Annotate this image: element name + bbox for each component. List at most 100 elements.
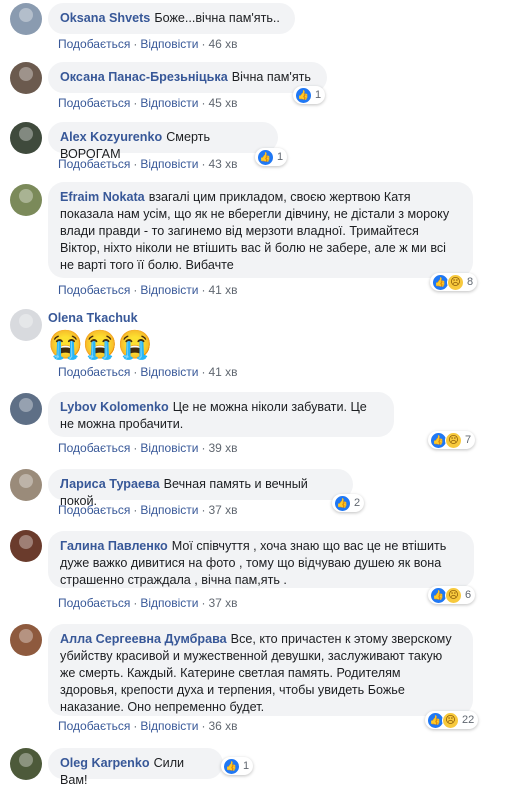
like-link[interactable]: Подобається bbox=[58, 365, 130, 379]
reaction-summary[interactable]: 👍 ☹ 6 bbox=[428, 586, 476, 604]
like-link[interactable]: Подобається bbox=[58, 96, 130, 110]
separator: · bbox=[133, 596, 138, 610]
comment-bubble: Oleg Karpenko Сили Вам! bbox=[48, 748, 223, 787]
reply-link[interactable]: Відповісти bbox=[140, 37, 198, 51]
author-name[interactable]: Oksana Shvets bbox=[60, 11, 150, 25]
separator: · bbox=[133, 283, 138, 297]
reaction-count: 1 bbox=[277, 151, 284, 163]
reaction-summary[interactable]: 👍 1 bbox=[255, 148, 288, 166]
author-name[interactable]: Olena Tkachuk bbox=[48, 311, 138, 325]
reply-link[interactable]: Відповісти bbox=[140, 283, 198, 297]
separator: · bbox=[133, 441, 138, 455]
comment-actions: Подобається · Відповісти · 37 хв bbox=[58, 596, 238, 610]
author-name[interactable]: Alex Kozyurenko bbox=[60, 130, 162, 144]
separator: · bbox=[201, 441, 206, 455]
timestamp[interactable]: 37 хв bbox=[208, 596, 237, 610]
reply-link[interactable]: Відповісти bbox=[140, 503, 198, 517]
comment-bubble: Галина Павленко Мої співчуття , хоча знаю… bbox=[48, 531, 474, 588]
avatar[interactable] bbox=[10, 624, 42, 656]
separator: · bbox=[201, 596, 206, 610]
separator: · bbox=[201, 37, 206, 51]
comment-actions: Подобається · Відповісти · 37 хв bbox=[58, 503, 238, 517]
like-icon: 👍 bbox=[223, 757, 240, 775]
avatar[interactable] bbox=[10, 748, 42, 780]
separator: · bbox=[133, 719, 138, 733]
avatar[interactable] bbox=[10, 309, 42, 341]
reaction-count: 22 bbox=[462, 714, 475, 726]
reply-link[interactable]: Відповісти bbox=[140, 596, 198, 610]
separator: · bbox=[201, 503, 206, 517]
reply-link[interactable]: Відповісти bbox=[140, 719, 198, 733]
separator: · bbox=[201, 365, 206, 379]
comment-text: Вічна пам'ять bbox=[231, 70, 311, 84]
like-link[interactable]: Подобається bbox=[58, 441, 130, 455]
comment-actions: Подобається · Відповісти · 46 хв bbox=[58, 37, 238, 51]
avatar[interactable] bbox=[10, 3, 42, 35]
reply-link[interactable]: Відповісти bbox=[140, 96, 198, 110]
avatar[interactable] bbox=[10, 122, 42, 154]
reply-link[interactable]: Відповісти bbox=[140, 441, 198, 455]
timestamp[interactable]: 39 хв bbox=[208, 441, 237, 455]
reaction-count: 1 bbox=[315, 89, 322, 101]
comment-actions: Подобається · Відповісти · 43 хв bbox=[58, 157, 238, 171]
comment-bubble: Лариса Тураева Вечная память и вечный пок… bbox=[48, 469, 353, 508]
author-name[interactable]: Галина Павленко bbox=[60, 539, 168, 553]
comment-actions: Подобається · Відповісти · 39 хв bbox=[58, 441, 238, 455]
reaction-summary[interactable]: 👍 1 bbox=[221, 757, 254, 775]
like-icon: 👍 bbox=[295, 86, 312, 104]
like-link[interactable]: Подобається bbox=[58, 503, 130, 517]
avatar[interactable] bbox=[10, 62, 42, 94]
author-name[interactable]: Алла Сергеевна Думбрава bbox=[60, 632, 227, 646]
separator: · bbox=[201, 719, 206, 733]
like-link[interactable]: Подобається bbox=[58, 719, 130, 733]
timestamp[interactable]: 41 хв bbox=[208, 283, 237, 297]
separator: · bbox=[133, 365, 138, 379]
like-icon: 👍 bbox=[334, 494, 351, 512]
avatar[interactable] bbox=[10, 469, 42, 501]
timestamp[interactable]: 43 хв bbox=[208, 157, 237, 171]
comment-bubble: Oksana Shvets Боже...вічна пам'ять.. bbox=[48, 3, 295, 34]
reaction-summary[interactable]: 👍 2 bbox=[332, 494, 365, 512]
reaction-summary[interactable]: 👍 ☹ 7 bbox=[428, 431, 476, 449]
timestamp[interactable]: 37 хв bbox=[208, 503, 237, 517]
comment-actions: Подобається · Відповісти · 45 хв bbox=[58, 96, 238, 110]
reply-link[interactable]: Відповісти bbox=[140, 365, 198, 379]
like-link[interactable]: Подобається bbox=[58, 37, 130, 51]
separator: · bbox=[201, 157, 206, 171]
like-icon: 👍 bbox=[257, 148, 274, 166]
comment-text: Боже...вічна пам'ять.. bbox=[154, 11, 280, 25]
like-link[interactable]: Подобається bbox=[58, 157, 130, 171]
comment-bubble: Оксана Панас-Брезьніцька Вічна пам'ять bbox=[48, 62, 327, 93]
like-link[interactable]: Подобається bbox=[58, 596, 130, 610]
like-link[interactable]: Подобається bbox=[58, 283, 130, 297]
reaction-summary[interactable]: 👍 1 bbox=[293, 86, 326, 104]
separator: · bbox=[133, 96, 138, 110]
reaction-count: 7 bbox=[465, 434, 472, 446]
timestamp[interactable]: 36 хв bbox=[208, 719, 237, 733]
timestamp[interactable]: 46 хв bbox=[208, 37, 237, 51]
timestamp[interactable]: 41 хв bbox=[208, 365, 237, 379]
reaction-summary[interactable]: 👍 ☹ 8 bbox=[430, 273, 478, 291]
reaction-count: 2 bbox=[354, 497, 361, 509]
sad-icon: ☹ bbox=[447, 273, 464, 291]
avatar[interactable] bbox=[10, 530, 42, 562]
author-name[interactable]: Lybov Kolomenko bbox=[60, 400, 169, 414]
comment-actions: Подобається · Відповісти · 41 хв bbox=[58, 283, 238, 297]
timestamp[interactable]: 45 хв bbox=[208, 96, 237, 110]
author-name[interactable]: Oleg Karpenko bbox=[60, 756, 150, 770]
avatar[interactable] bbox=[10, 184, 42, 216]
reaction-summary[interactable]: 👍 ☹ 22 bbox=[425, 711, 479, 729]
author-name[interactable]: Efraim Nokata bbox=[60, 190, 145, 204]
avatar[interactable] bbox=[10, 393, 42, 425]
author-name[interactable]: Оксана Панас-Брезьніцька bbox=[60, 70, 228, 84]
comment-bubble: Efraim Nokata взагалі цим прикладом, своє… bbox=[48, 182, 473, 278]
sad-icon: ☹ bbox=[445, 586, 462, 604]
emoji-reaction: 😭😭😭 bbox=[48, 329, 153, 360]
comment-bubble: Алла Сергеевна Думбрава Все, кто причасте… bbox=[48, 624, 473, 716]
comment-bubble: Alex Kozyurenko Смерть ВОРОГАМ bbox=[48, 122, 278, 161]
reply-link[interactable]: Відповісти bbox=[140, 157, 198, 171]
comment-bubble: Lybov Kolomenko Це не можна ніколи забува… bbox=[48, 392, 394, 437]
reaction-count: 1 bbox=[243, 760, 250, 772]
comment-actions: Подобається · Відповісти · 41 хв bbox=[58, 365, 238, 379]
author-name[interactable]: Лариса Тураева bbox=[60, 477, 160, 491]
